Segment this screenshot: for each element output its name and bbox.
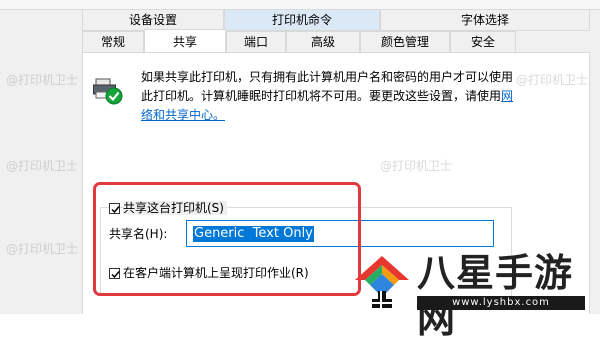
info-paragraph: 如果共享此打印机，只有拥有此计算机用户名和密码的用户才可以使用此打印机。计算机睡… — [141, 70, 514, 103]
tab-printer-commands[interactable]: 打印机命令 — [224, 9, 380, 31]
sharing-info-text: 如果共享此打印机，只有拥有此计算机用户名和密码的用户才可以使用此打印机。计算机睡… — [141, 68, 521, 125]
tab-color-management[interactable]: 颜色管理 — [360, 31, 450, 53]
highlight-box — [93, 182, 361, 296]
tab-font-selection[interactable]: 字体选择 — [380, 9, 590, 31]
watermark: @打印机卫士 — [6, 242, 79, 256]
printer-shared-icon — [93, 78, 123, 105]
tab-ports[interactable]: 端口 — [226, 31, 286, 53]
watermark: @打印机卫士 — [516, 73, 589, 87]
brand-logo-icon — [355, 256, 409, 308]
watermark: @打印机卫士 — [6, 159, 79, 173]
tab-general[interactable]: 常规 — [82, 31, 144, 53]
printer-properties-dialog: 设备设置 打印机命令 字体选择 常规 共享 端口 高级 颜色管理 安全 如果共享… — [0, 0, 600, 341]
tab-sharing[interactable]: 共享 — [144, 29, 226, 53]
tab-security[interactable]: 安全 — [450, 31, 516, 53]
brand-url: www.lyshbx.com — [417, 296, 585, 310]
tab-device-settings[interactable]: 设备设置 — [82, 9, 224, 31]
tab-advanced[interactable]: 高级 — [286, 31, 360, 53]
watermark: @打印机卫士 — [6, 73, 79, 87]
watermark: @打印机卫士 — [380, 159, 453, 173]
